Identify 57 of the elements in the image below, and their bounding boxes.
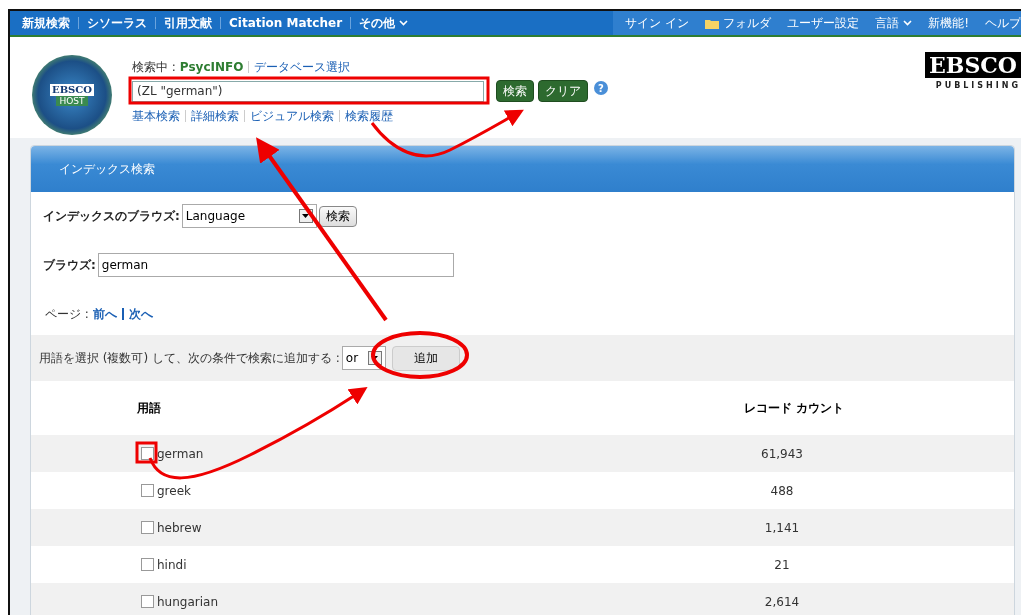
term-text: hungarian — [157, 593, 218, 611]
nav-link[interactable]: その他 — [359, 14, 409, 32]
record-count: 2,614 — [763, 593, 801, 611]
index-search-button[interactable]: 検索 — [318, 205, 357, 227]
nav-link[interactable]: シソーラス — [87, 14, 147, 32]
folder-icon — [705, 17, 720, 29]
clear-button[interactable]: クリア — [538, 80, 588, 102]
term-text: hebrew — [157, 519, 202, 537]
nav-link[interactable]: 新規検索 — [22, 14, 70, 32]
nav-link[interactable]: ヘルプ — [985, 14, 1021, 32]
search-mode-link[interactable]: ビジュアル検索 — [250, 107, 334, 125]
term-text: greek — [157, 482, 191, 500]
column-header: 用語 — [137, 400, 161, 417]
search-mode-link[interactable]: 検索履歴 — [345, 107, 393, 125]
help-icon[interactable]: ? — [594, 81, 608, 95]
add-instruction-text: 用語を選択 (複数可) して、次の条件で検索に追加する : — [39, 350, 340, 367]
publisher-logo-subtext: PUBLISHING — [935, 80, 1021, 92]
term-checkbox[interactable] — [141, 447, 154, 460]
record-count: 1,141 — [763, 519, 801, 537]
database-name: PsycINFO — [179, 59, 244, 76]
search-mode-link[interactable]: 詳細検索 — [191, 107, 239, 125]
term-checkbox[interactable] — [141, 521, 154, 534]
add-button[interactable]: 追加 — [391, 345, 460, 371]
publisher-logo-text: EBSCO — [925, 52, 1021, 78]
term-checkbox[interactable] — [141, 558, 154, 571]
logo-subtext: HOST — [56, 96, 88, 106]
search-input-field[interactable]: (ZL "german") — [132, 80, 484, 102]
choose-database-link[interactable]: データベース選択 — [254, 58, 351, 76]
highlight-box — [135, 441, 158, 464]
record-count: 21 — [773, 556, 791, 574]
chevron-down-icon — [903, 20, 913, 26]
record-count: 488 — [769, 482, 795, 500]
nav-link[interactable]: 新機能! — [928, 14, 969, 32]
previous-page-link[interactable]: 前へ — [92, 305, 117, 323]
page-label: ページ : — [45, 306, 89, 323]
panel-title: インデックス検索 — [59, 161, 155, 178]
nav-link[interactable]: ユーザー設定 — [787, 14, 860, 32]
next-page-link[interactable]: 次へ — [128, 305, 153, 323]
column-header: レコード カウント — [743, 400, 844, 417]
index-dropdown[interactable]: Language — [181, 204, 317, 228]
search-mode-link[interactable]: 基本検索 — [132, 107, 180, 125]
browse-label: ブラウズ: — [43, 257, 96, 274]
search-button[interactable]: 検索 — [496, 80, 534, 102]
term-text: hindi — [157, 556, 187, 574]
logo-text: EBSCO — [50, 84, 94, 96]
term-checkbox[interactable] — [141, 484, 154, 497]
chevron-down-icon — [399, 20, 409, 26]
searching-label: 検索中 : — [132, 59, 176, 76]
nav-link[interactable]: フォルダ — [705, 14, 772, 32]
nav-link[interactable]: 言語 — [875, 14, 913, 32]
term-checkbox[interactable] — [141, 595, 154, 608]
record-count: 61,943 — [760, 445, 804, 463]
nav-link[interactable]: 引用文献 — [164, 14, 212, 32]
nav-link[interactable]: Citation Matcher — [229, 14, 343, 32]
nav-link[interactable]: サイン イン — [625, 14, 690, 32]
browse-input-field[interactable]: german — [97, 253, 454, 277]
browse-index-label: インデックスのブラウズ: — [43, 208, 180, 225]
